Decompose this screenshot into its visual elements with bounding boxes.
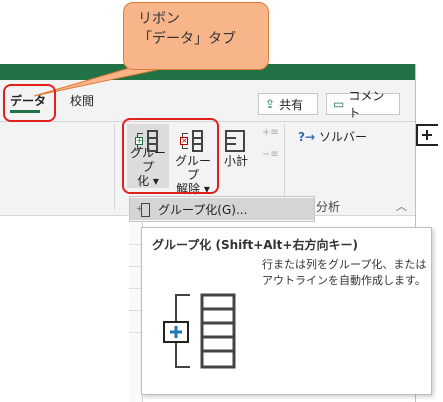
menu-item-group[interactable]: グループ化(G)... <box>130 198 314 220</box>
tab-review[interactable]: 校閲 <box>70 92 94 109</box>
ribbon-group-separator <box>114 124 115 210</box>
group-large-icon <box>163 293 236 369</box>
subtotal-icon <box>223 128 249 154</box>
insert-icon[interactable] <box>416 124 438 146</box>
comment-button[interactable]: ▭ コメント <box>326 89 400 120</box>
tooltip-title: グループ化 (Shift+Alt+右方向キー) <box>152 238 358 252</box>
comment-icon: ▭ <box>333 97 345 111</box>
subtotal-label: 小計 <box>223 154 248 168</box>
collapse-ribbon-icon[interactable]: ︿ <box>396 198 407 214</box>
share-label: 共有 <box>279 97 304 112</box>
tooltip-description: 行または列をグループ化、またはアウトラインを自動作成します。 <box>262 258 427 287</box>
callout-line1: リボン <box>138 11 180 27</box>
annotation-callout: リボン 「データ」タブ <box>123 2 269 70</box>
menu-item-group-label: グループ化(G)... <box>158 202 248 217</box>
callout-line2: 「データ」タブ <box>138 31 236 47</box>
share-button[interactable]: ⇪ 共有 <box>258 93 318 115</box>
highlight-group-buttons <box>122 118 219 194</box>
share-icon: ⇪ <box>265 97 276 111</box>
solver-icon: ?→ <box>298 129 316 144</box>
solver-label: ソルバー <box>319 130 368 144</box>
hide-detail-icon[interactable]: −≡ <box>262 150 279 162</box>
show-detail-icon[interactable]: +≡ <box>262 128 279 140</box>
subtotal-button[interactable]: 小計 <box>220 124 252 168</box>
solver-button[interactable]: ?→ ソルバー <box>298 128 367 145</box>
comment-label: コメント <box>348 89 385 120</box>
group-small-icon <box>136 203 150 217</box>
highlight-data-tab <box>3 84 56 122</box>
analysis-group-label: 分析 <box>316 200 341 214</box>
